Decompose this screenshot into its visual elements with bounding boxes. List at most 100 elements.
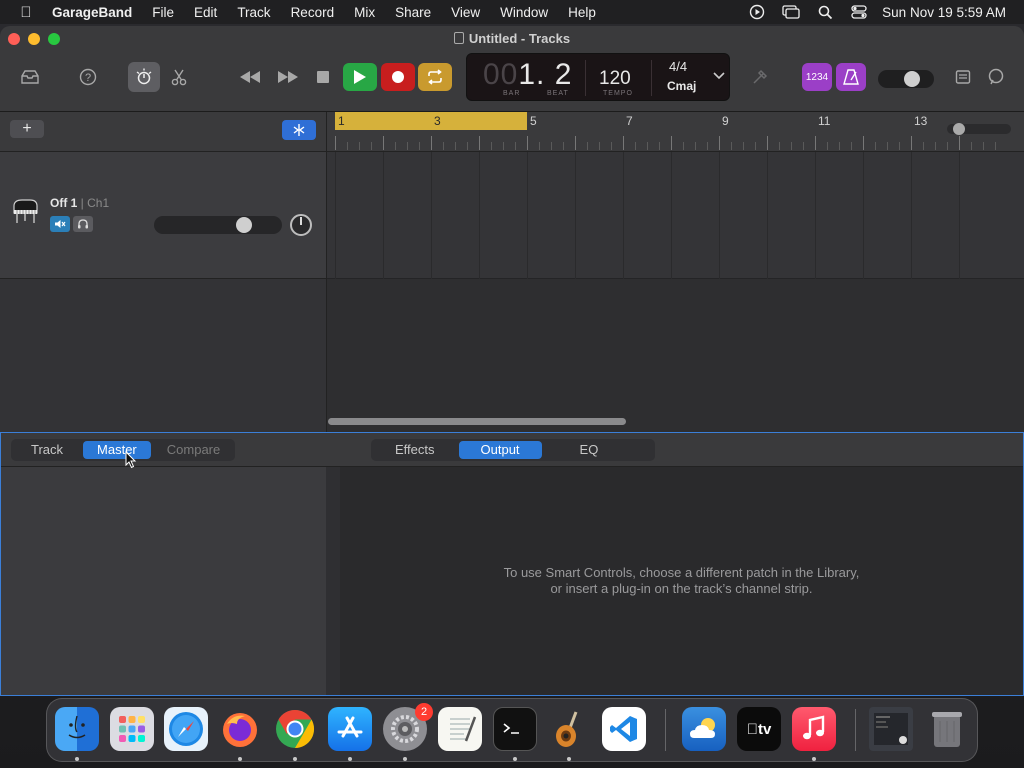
lane-grid-line <box>527 152 528 279</box>
menu-record[interactable]: Record <box>281 5 345 20</box>
firefox-running-dot <box>238 757 242 761</box>
track-lane[interactable] <box>327 152 1024 279</box>
add-track-button[interactable]: + <box>10 120 44 138</box>
ruler-bar-tick <box>959 136 960 150</box>
ruler-beat-tick <box>539 142 540 150</box>
launchpad-icon[interactable] <box>110 707 154 751</box>
menu-view[interactable]: View <box>441 5 490 20</box>
horizontal-scrollbar[interactable] <box>328 418 626 425</box>
apple-menu-icon[interactable]:  <box>0 4 52 21</box>
lcd-tempo[interactable]: 120 <box>599 68 631 90</box>
lcd-time-signature[interactable]: 4/4 <box>669 59 687 74</box>
quick-help-icon[interactable]: ? <box>77 66 99 88</box>
note-pad-icon[interactable] <box>952 66 974 88</box>
garageband-window: Untitled - Tracks ? 001. 2 BAR BEAT 120 … <box>0 26 1024 696</box>
ruler-beat-tick <box>683 142 684 150</box>
apple-tv-icon[interactable]: tv <box>737 707 781 751</box>
menu-edit[interactable]: Edit <box>184 5 227 20</box>
control-bar: Untitled - Tracks ? 001. 2 BAR BEAT 120 … <box>0 26 1024 112</box>
cycle-region[interactable] <box>335 112 527 130</box>
stop-icon[interactable] <box>313 67 333 87</box>
tab-master[interactable]: Master <box>83 441 151 459</box>
lcd-key[interactable]: Cmaj <box>667 79 696 93</box>
record-button[interactable] <box>381 63 415 91</box>
master-volume-slider[interactable] <box>878 70 934 88</box>
now-playing-icon[interactable] <box>740 0 774 24</box>
count-in-button[interactable]: 1234 <box>802 63 832 91</box>
ruler-beat-tick <box>947 142 948 150</box>
rewind-icon[interactable] <box>236 67 264 87</box>
menu-help[interactable]: Help <box>558 5 606 20</box>
smart-controls-toolbar: Track Master Compare Effects Output EQ <box>1 433 1023 467</box>
smart-controls-message-line-2: or insert a plug-in on the track’s chann… <box>550 581 813 596</box>
app-store-icon[interactable] <box>328 707 372 751</box>
track-name[interactable]: Off 1 | Ch1 <box>50 196 109 210</box>
music-icon[interactable] <box>792 707 836 751</box>
lcd-display[interactable]: 001. 2 BAR BEAT 120 TEMPO 4/4 Cmaj <box>466 53 730 101</box>
tab-output[interactable]: Output <box>458 441 542 459</box>
tab-effects[interactable]: Effects <box>371 441 459 459</box>
lane-grid-line <box>959 152 960 279</box>
ruler-beat-tick <box>599 142 600 150</box>
dock-separator <box>855 709 856 751</box>
ruler-beat-tick <box>983 142 984 150</box>
menu-app-name[interactable]: GarageBand <box>52 5 142 20</box>
downloads-stack-icon[interactable] <box>869 707 913 751</box>
smart-controls-button[interactable] <box>128 62 160 92</box>
menu-window[interactable]: Window <box>490 5 558 20</box>
firefox-icon[interactable] <box>218 707 262 751</box>
cycle-button[interactable] <box>418 63 452 91</box>
spotlight-search-icon[interactable] <box>808 0 842 24</box>
control-center-icon[interactable] <box>842 0 876 24</box>
editors-scissors-icon[interactable] <box>168 66 190 88</box>
ruler-bar-number: 9 <box>722 114 729 128</box>
lcd-mode-chevron-icon[interactable] <box>713 71 725 83</box>
metronome-icon[interactable] <box>836 63 866 91</box>
finder-icon[interactable] <box>55 707 99 751</box>
ruler-beat-tick <box>875 142 876 150</box>
window-title: Untitled - Tracks <box>0 31 1024 46</box>
garageband-running-dot <box>567 757 571 761</box>
master-volume-knob[interactable] <box>904 71 920 87</box>
vscode-icon[interactable] <box>602 707 646 751</box>
trash-icon[interactable] <box>925 707 969 751</box>
catch-playhead-button[interactable] <box>282 120 316 140</box>
ruler-bar-number: 1 <box>338 114 345 128</box>
dock: 2 tv <box>46 698 978 762</box>
menu-mix[interactable]: Mix <box>344 5 385 20</box>
menu-file[interactable]: File <box>142 5 184 20</box>
fast-forward-icon[interactable] <box>274 67 302 87</box>
zoom-slider[interactable] <box>947 123 1011 135</box>
menu-share[interactable]: Share <box>385 5 441 20</box>
play-button[interactable] <box>343 63 377 91</box>
loop-browser-icon[interactable] <box>984 66 1008 88</box>
library-icon[interactable] <box>18 66 42 88</box>
screen-mirroring-icon[interactable] <box>774 0 808 24</box>
tab-track[interactable]: Track <box>11 441 83 459</box>
tab-eq[interactable]: EQ <box>542 441 637 459</box>
window-title-text: Untitled - Tracks <box>468 31 571 46</box>
mute-button[interactable] <box>50 216 70 232</box>
weather-icon[interactable] <box>682 707 726 751</box>
chrome-icon[interactable] <box>273 707 317 751</box>
zoom-slider-knob[interactable] <box>953 123 965 135</box>
track-volume-knob[interactable] <box>236 217 252 233</box>
menu-clock[interactable]: Sun Nov 19 5:59 AM <box>876 5 1024 20</box>
ruler-bar-number: 11 <box>818 114 831 128</box>
ruler-beat-tick <box>827 142 828 150</box>
tracks-area[interactable] <box>326 152 1024 442</box>
tab-compare[interactable]: Compare <box>151 441 236 459</box>
safari-icon[interactable] <box>164 707 208 751</box>
track-header-row[interactable]: Off 1 | Ch1 <box>0 152 326 279</box>
textedit-icon[interactable] <box>438 707 482 751</box>
terminal-icon[interactable] <box>493 707 537 751</box>
menu-bar:  GarageBand File Edit Track Record Mix … <box>0 0 1024 24</box>
solo-headphones-button[interactable] <box>73 216 93 232</box>
timeline-ruler[interactable]: 1 3 5 7 9 11 13 <box>326 112 1024 152</box>
garageband-icon[interactable] <box>547 707 591 751</box>
track-volume-slider[interactable] <box>154 216 282 234</box>
track-pan-knob[interactable] <box>290 214 312 236</box>
tuner-icon[interactable] <box>748 66 772 88</box>
menu-track[interactable]: Track <box>227 5 280 20</box>
ruler-beat-tick <box>743 142 744 150</box>
